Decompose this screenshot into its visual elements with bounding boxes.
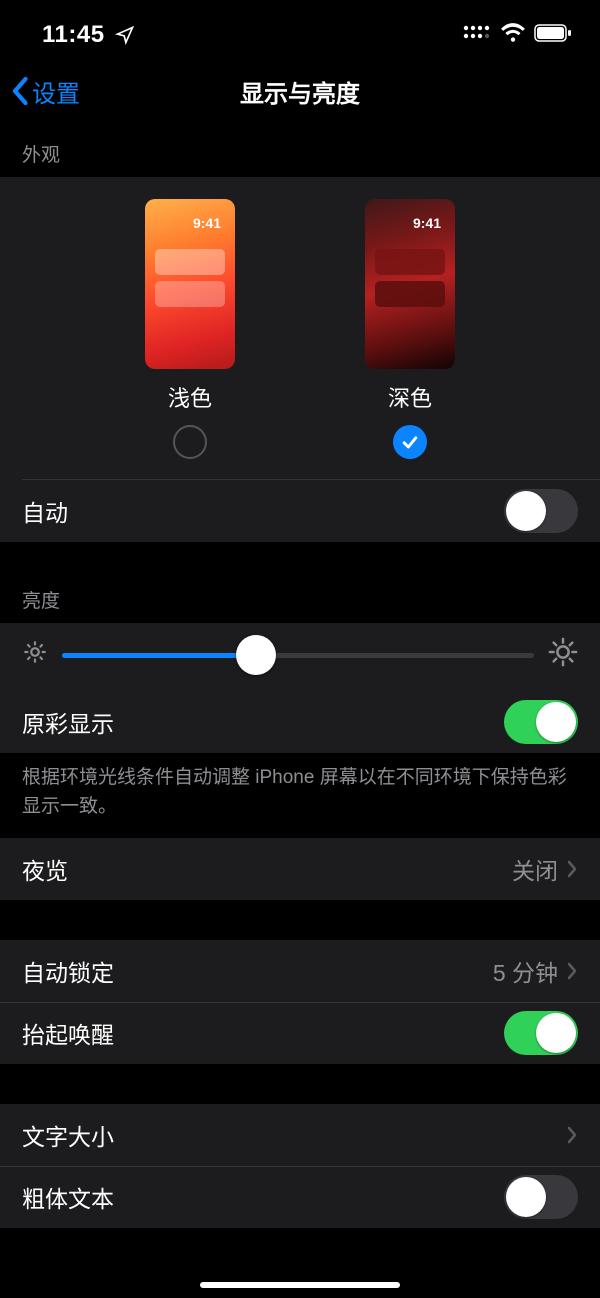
true-tone-footer: 根据环境光线条件自动调整 iPhone 屏幕以在不同环境下保持色彩显示一致。 <box>0 753 600 838</box>
appearance-option-dark[interactable]: 9:41 深色 <box>365 199 455 459</box>
auto-lock-row[interactable]: 自动锁定 5 分钟 <box>0 940 600 1002</box>
text-size-label: 文字大小 <box>22 1118 114 1152</box>
brightness-knob[interactable] <box>236 635 276 675</box>
status-time: 11:45 <box>42 21 105 49</box>
dark-radio[interactable] <box>393 425 427 459</box>
auto-appearance-toggle[interactable] <box>504 489 578 533</box>
bold-text-row: 粗体文本 <box>0 1166 600 1228</box>
page-title: 显示与亮度 <box>0 74 600 109</box>
chevron-icon <box>566 859 578 879</box>
light-thumbnail: 9:41 <box>145 199 235 369</box>
back-label: 设置 <box>32 74 80 109</box>
light-label: 浅色 <box>168 381 212 413</box>
auto-lock-value: 5 分钟 <box>493 954 558 988</box>
brightness-slider-row <box>0 623 600 691</box>
raise-to-wake-label: 抬起唤醒 <box>22 1016 114 1050</box>
location-icon <box>115 25 135 45</box>
dark-label: 深色 <box>388 381 432 413</box>
section-header-brightness: 亮度 <box>0 582 600 623</box>
raise-to-wake-row: 抬起唤醒 <box>0 1002 600 1064</box>
auto-lock-label: 自动锁定 <box>22 954 114 988</box>
status-bar: 11:45 <box>0 0 600 56</box>
brightness-high-icon <box>548 637 578 673</box>
appearance-option-light[interactable]: 9:41 浅色 <box>145 199 235 459</box>
back-button[interactable]: 设置 <box>0 74 80 109</box>
light-radio[interactable] <box>173 425 207 459</box>
brightness-low-icon <box>22 639 48 671</box>
bold-text-label: 粗体文本 <box>22 1180 114 1214</box>
brightness-slider[interactable] <box>62 635 534 675</box>
battery-icon <box>534 21 572 49</box>
home-indicator[interactable] <box>200 1282 400 1288</box>
brightness-fill <box>62 653 256 658</box>
raise-to-wake-toggle[interactable] <box>504 1011 578 1055</box>
cellular-icon <box>462 21 492 49</box>
true-tone-toggle[interactable] <box>504 700 578 744</box>
true-tone-row: 原彩显示 <box>0 691 600 753</box>
night-shift-value: 关闭 <box>512 852 558 886</box>
text-size-row[interactable]: 文字大小 <box>0 1104 600 1166</box>
status-icons <box>462 21 572 49</box>
dark-thumbnail: 9:41 <box>365 199 455 369</box>
section-header-appearance: 外观 <box>0 126 600 177</box>
night-shift-label: 夜览 <box>22 852 68 886</box>
appearance-picker: 9:41 浅色 9:41 深色 自动 <box>0 177 600 542</box>
auto-appearance-row: 自动 <box>0 480 600 542</box>
night-shift-row[interactable]: 夜览 关闭 <box>0 838 600 900</box>
chevron-icon <box>566 1125 578 1145</box>
auto-label: 自动 <box>22 494 68 528</box>
bold-text-toggle[interactable] <box>504 1175 578 1219</box>
nav-bar: 设置 显示与亮度 <box>0 56 600 126</box>
wifi-icon <box>500 21 526 49</box>
true-tone-label: 原彩显示 <box>22 705 114 739</box>
chevron-icon <box>566 961 578 981</box>
